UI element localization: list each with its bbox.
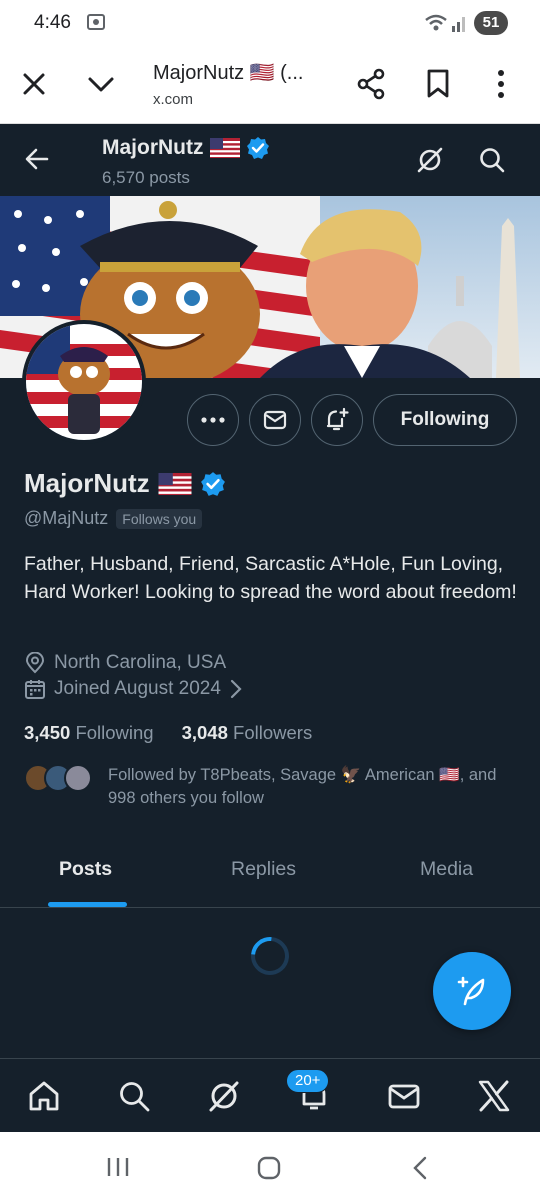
profile-joined[interactable]: Joined August 2024 — [24, 678, 243, 700]
follows-you-badge: Follows you — [116, 508, 203, 529]
us-flag-icon — [158, 472, 192, 495]
profile-avatar[interactable] — [22, 320, 146, 444]
calendar-icon — [25, 680, 45, 699]
location-icon — [25, 652, 45, 674]
notify-plus-icon — [326, 407, 349, 431]
mutual-avatars — [24, 764, 94, 796]
profile-tabs: Posts Replies Media — [0, 834, 540, 908]
back-arrow-icon[interactable] — [24, 146, 50, 172]
avatar-image — [26, 324, 142, 440]
bottom-navigation: 20+ — [0, 1058, 540, 1132]
header-post-count: 6,570 posts — [102, 168, 190, 187]
browser-page-title: MajorNutz 🇺🇸 (... — [153, 62, 304, 84]
profile-bio: Father, Husband, Friend, Sarcastic A*Hol… — [24, 553, 517, 603]
notifications-badge: 20+ — [286, 1069, 330, 1093]
home-icon[interactable] — [27, 1079, 61, 1113]
verified-badge-icon[interactable] — [200, 471, 226, 497]
mail-icon — [263, 410, 287, 430]
chevron-right-icon — [230, 679, 242, 699]
followed-by-text: Followed by T8Pbeats, Savage 🦅 American … — [108, 766, 497, 807]
following-button[interactable]: Following — [373, 394, 517, 446]
mail-icon[interactable] — [387, 1079, 421, 1113]
us-flag-icon — [209, 138, 240, 158]
active-tab-indicator — [48, 902, 127, 907]
tab-replies[interactable]: Replies — [231, 858, 296, 881]
more-horiz-icon — [201, 417, 225, 423]
loading-spinner — [243, 929, 297, 983]
verified-badge-icon — [246, 137, 269, 159]
battery-indicator: 51 — [474, 11, 508, 35]
x-logo-icon[interactable] — [477, 1079, 511, 1113]
system-navigation-bar — [0, 1132, 540, 1200]
share-icon[interactable] — [356, 68, 386, 100]
bookmark-icon[interactable] — [425, 68, 451, 100]
profile-name-text: MajorNutz — [24, 468, 150, 498]
mutual-avatar — [64, 764, 92, 792]
joined-text: Joined August 2024 — [54, 678, 221, 699]
followed-by-row[interactable]: Followed by T8Pbeats, Savage 🦅 American … — [24, 764, 524, 810]
notifications-subscribe-button[interactable] — [311, 394, 363, 446]
followers-stat[interactable]: 3,048 Followers — [182, 722, 313, 744]
followers-label: Followers — [233, 722, 313, 743]
home-button-icon[interactable] — [257, 1156, 281, 1180]
follow-stats: 3,450 Following 3,048 Followers — [24, 722, 312, 744]
tab-posts[interactable]: Posts — [59, 858, 112, 881]
search-icon[interactable] — [478, 146, 506, 174]
compose-post-button[interactable] — [433, 952, 511, 1030]
browser-url: x.com — [153, 91, 194, 108]
profile-handle-row: @MajNutz Follows you — [24, 508, 203, 529]
screenshot-icon — [87, 14, 105, 30]
tab-media[interactable]: Media — [420, 858, 473, 881]
status-bar: 4:46 51 — [0, 0, 540, 46]
browser-toolbar: MajorNutz 🇺🇸 (... x.com — [0, 46, 540, 124]
profile-handle: @MajNutz — [24, 508, 109, 528]
more-vert-icon[interactable] — [496, 68, 506, 100]
search-icon[interactable] — [117, 1079, 151, 1113]
wifi-signal-icon — [425, 14, 465, 32]
grok-icon[interactable] — [416, 146, 444, 174]
following-stat[interactable]: 3,450 Following — [24, 722, 154, 744]
followers-count: 3,048 — [181, 722, 228, 743]
profile-header-bar: MajorNutz 6,570 posts — [0, 124, 540, 196]
following-count: 3,450 — [24, 722, 71, 743]
chevron-down-icon[interactable] — [86, 70, 116, 98]
compose-icon — [457, 976, 485, 1006]
profile-display-name: MajorNutz — [24, 468, 226, 499]
grok-icon[interactable] — [207, 1079, 241, 1113]
header-name-text: MajorNutz — [102, 136, 204, 159]
header-display-name: MajorNutz — [102, 136, 270, 160]
recent-apps-icon[interactable] — [106, 1156, 130, 1178]
location-text: North Carolina, USA — [54, 652, 227, 673]
more-options-button[interactable] — [187, 394, 239, 446]
status-time: 4:46 — [34, 12, 71, 33]
message-button[interactable] — [249, 394, 301, 446]
following-label: Following — [75, 722, 154, 743]
back-button-icon[interactable] — [410, 1156, 430, 1180]
profile-location: North Carolina, USA — [24, 652, 226, 674]
close-icon[interactable] — [20, 70, 48, 98]
